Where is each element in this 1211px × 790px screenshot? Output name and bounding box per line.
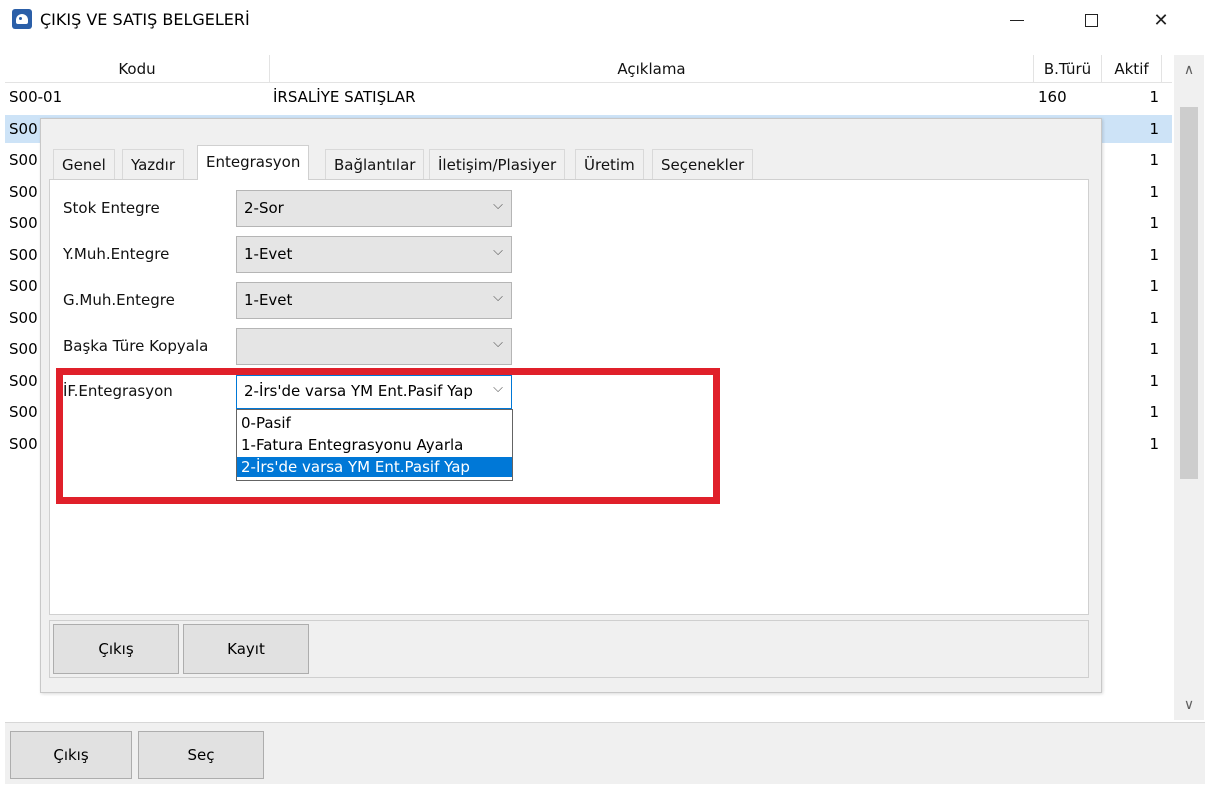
tab-iletisim-plasiyer[interactable]: İletişim/Plasiyer: [429, 149, 566, 179]
exit-button[interactable]: Çıkış: [10, 731, 132, 779]
dialog-button-bar: Çıkış Kayıt: [49, 620, 1089, 678]
tab-secenekler[interactable]: Seçenekler: [652, 149, 754, 179]
vertical-scrollbar[interactable]: ∧ ∨: [1174, 55, 1204, 720]
cell-aktif: 1: [1149, 151, 1159, 169]
baska-ture-kopyala-select[interactable]: ⌵: [236, 328, 512, 365]
field-label-if-entegrasyon: İF.Entegrasyon: [63, 382, 173, 400]
if-entegrasyon-value: 2-İrs'de varsa YM Ent.Pasif Yap: [244, 382, 473, 400]
cell-aciklama: İRSALİYE SATIŞLAR: [273, 88, 416, 106]
tab-genel[interactable]: Genel: [53, 149, 115, 179]
chevron-down-icon: ⌵: [493, 290, 503, 305]
chevron-down-icon: ⌵: [493, 244, 503, 259]
tab-baglantilar[interactable]: Bağlantılar: [325, 149, 425, 179]
cell-aktif: 1: [1149, 88, 1159, 106]
select-button[interactable]: Seç: [138, 731, 264, 779]
chevron-down-icon: ⌵: [493, 336, 503, 351]
chevron-down-icon[interactable]: ∨: [1174, 690, 1204, 720]
cell-aktif: 1: [1149, 308, 1159, 327]
field-label-baska-ture-kopyala: Başka Türe Kopyala: [63, 337, 209, 355]
cell-aktif: 1: [1149, 340, 1159, 358]
cell-b-turu: 160: [1038, 88, 1067, 106]
chevron-down-icon: ⌵: [493, 198, 503, 213]
field-label-stok-entegre: Stok Entegre: [63, 199, 160, 217]
maximize-button[interactable]: [1068, 4, 1114, 36]
maximize-icon: [1084, 13, 1098, 27]
table-row[interactable]: S00-01 İRSALİYE SATIŞLAR 160 1: [5, 83, 1172, 111]
cell-aktif: 1: [1149, 119, 1159, 138]
cell-aktif: 1: [1149, 214, 1159, 232]
minimize-button[interactable]: [994, 4, 1040, 36]
y-muh-entegre-value: 1-Evet: [244, 245, 293, 263]
if-entegrasyon-select[interactable]: 2-İrs'de varsa YM Ent.Pasif Yap ⌵: [236, 375, 512, 409]
bottom-toolbar: Çıkış Seç: [5, 722, 1205, 784]
g-muh-entegre-value: 1-Evet: [244, 291, 293, 309]
title-bar: ÇIKIŞ VE SATIŞ BELGELERİ ✕: [0, 0, 1211, 42]
column-header-aciklama[interactable]: Açıklama: [270, 55, 1034, 83]
column-header-aktif[interactable]: Aktif: [1102, 55, 1162, 83]
cell-aktif: 1: [1149, 277, 1159, 295]
app-logo-icon: [12, 9, 32, 29]
stok-entegre-value: 2-Sor: [244, 199, 284, 217]
field-label-y-muh-entegre: Y.Muh.Entegre: [63, 245, 170, 263]
if-entegrasyon-dropdown-list: 0-Pasif 1-Fatura Entegrasyonu Ayarla 2-İ…: [236, 409, 513, 481]
column-header-b-turu[interactable]: B.Türü: [1034, 55, 1102, 83]
cell-aktif: 1: [1149, 371, 1159, 390]
dropdown-option-selected[interactable]: 2-İrs'de varsa YM Ent.Pasif Yap: [237, 457, 512, 477]
field-label-g-muh-entegre: G.Muh.Entegre: [63, 291, 175, 309]
scrollbar-thumb[interactable]: [1180, 107, 1198, 479]
stok-entegre-select[interactable]: 2-Sor ⌵: [236, 190, 512, 227]
dropdown-option[interactable]: 0-Pasif: [237, 413, 512, 433]
cell-aktif: 1: [1149, 434, 1159, 453]
y-muh-entegre-select[interactable]: 1-Evet ⌵: [236, 236, 512, 273]
cell-aktif: 1: [1149, 403, 1159, 421]
main-window: ÇIKIŞ VE SATIŞ BELGELERİ ✕ Kodu Açıklama…: [0, 0, 1211, 790]
tab-yazdir[interactable]: Yazdır: [122, 149, 185, 179]
cell-aktif: 1: [1149, 245, 1159, 264]
close-button[interactable]: ✕: [1138, 4, 1184, 36]
dropdown-option[interactable]: 1-Fatura Entegrasyonu Ayarla: [237, 435, 512, 455]
close-icon: ✕: [1153, 9, 1169, 31]
cell-kodu: S00-01: [9, 88, 63, 106]
window-title: ÇIKIŞ VE SATIŞ BELGELERİ: [40, 10, 250, 29]
g-muh-entegre-select[interactable]: 1-Evet ⌵: [236, 282, 512, 319]
tab-uretim[interactable]: Üretim: [575, 149, 644, 179]
cell-aktif: 1: [1149, 182, 1159, 201]
column-header-kodu[interactable]: Kodu: [5, 55, 270, 83]
minimize-icon: [1010, 19, 1024, 21]
grid-header: Kodu Açıklama B.Türü Aktif: [5, 55, 1172, 83]
dialog-exit-button[interactable]: Çıkış: [53, 624, 179, 674]
chevron-up-icon[interactable]: ∧: [1174, 55, 1204, 85]
chevron-down-icon: ⌵: [493, 381, 503, 396]
tab-entegrasyon[interactable]: Entegrasyon: [197, 145, 310, 180]
dialog-save-button[interactable]: Kayıt: [183, 624, 309, 674]
